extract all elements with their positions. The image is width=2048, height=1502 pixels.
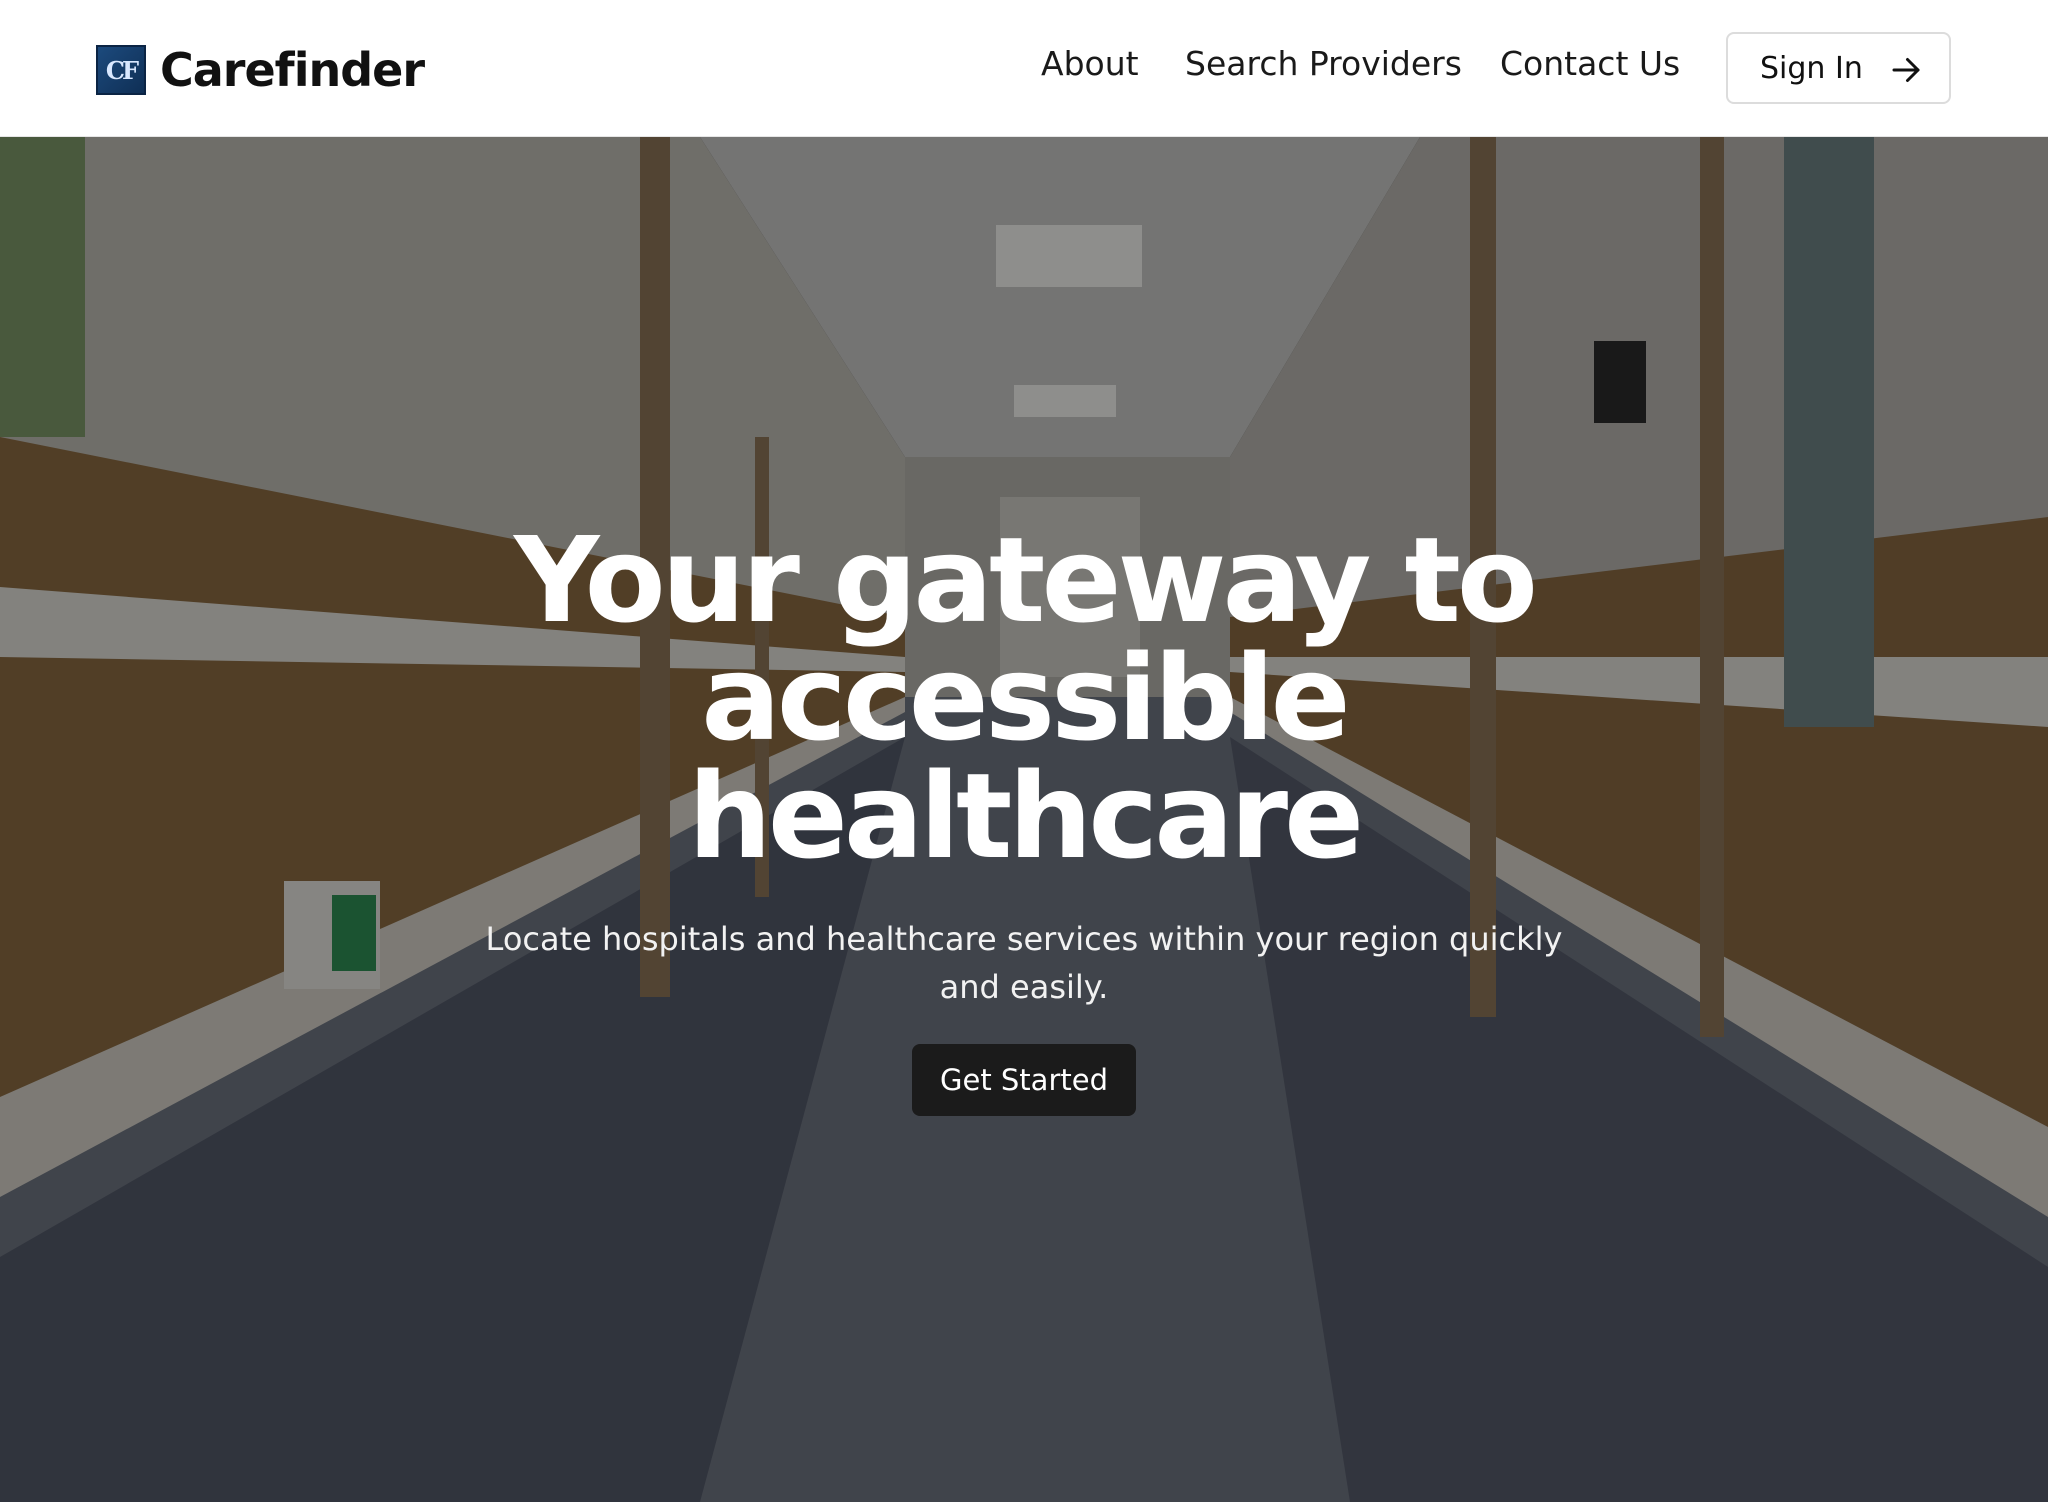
headline-line-3: healthcare [687, 747, 1364, 885]
hero-section: Your gateway to accessible healthcare Lo… [0, 137, 2048, 1502]
brand[interactable]: CF Carefinder [96, 43, 425, 97]
sign-in-button[interactable]: Sign In [1726, 32, 1951, 104]
headline-line-1: Your gateway to [514, 511, 1538, 649]
nav-link-about[interactable]: About [1041, 44, 1139, 83]
arrow-right-icon [1892, 58, 1920, 82]
sign-in-label: Sign In [1760, 50, 1863, 86]
carefinder-logo-icon: CF [96, 45, 146, 95]
site-header: CF Carefinder About Search Providers Con… [0, 0, 2048, 137]
brand-name: Carefinder [160, 43, 425, 97]
get-started-button[interactable]: Get Started [912, 1044, 1136, 1116]
nav-link-contact-us[interactable]: Contact Us [1500, 44, 1680, 83]
nav-link-search-providers[interactable]: Search Providers [1185, 44, 1462, 83]
hero-subtitle: Locate hospitals and healthcare services… [485, 920, 1563, 1006]
headline-line-2: accessible [701, 629, 1350, 767]
hero-headline: Your gateway to accessible healthcare [0, 521, 2048, 875]
